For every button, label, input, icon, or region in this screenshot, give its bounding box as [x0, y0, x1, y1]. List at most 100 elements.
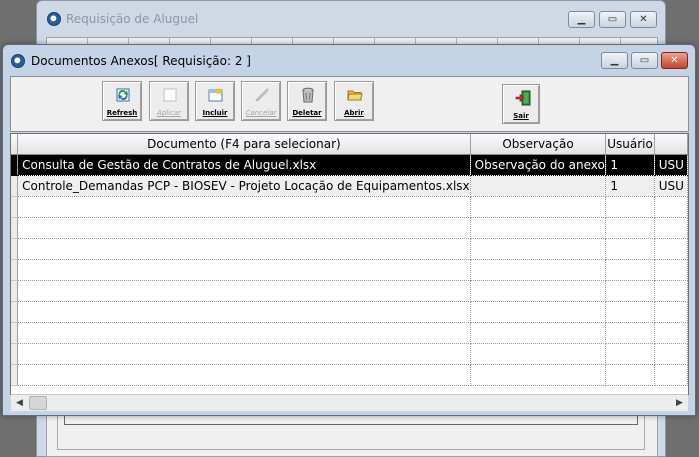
empty-cell [470, 238, 607, 260]
empty-cell [605, 259, 655, 281]
empty-cell [605, 280, 655, 302]
exit-label: Sair [513, 112, 529, 120]
toolbar: Refresh Aplicar Incluir Cancelar Deletar… [10, 76, 689, 132]
table-row[interactable]: Consulta de Gestão de Contratos de Alugu… [11, 154, 688, 176]
empty-cell [470, 364, 607, 386]
open-label: Abrir [344, 109, 364, 117]
delete-button[interactable]: Deletar [287, 81, 327, 121]
minimize-button[interactable]: ▁ [601, 52, 628, 69]
bg-close-button[interactable]: ✕ [630, 11, 657, 28]
row-indicator [11, 280, 19, 302]
scrollbar-thumb[interactable] [29, 396, 47, 410]
delete-label: Deletar [292, 109, 322, 117]
refresh-icon [116, 88, 130, 102]
horizontal-scrollbar[interactable]: ◀ ▶ [11, 394, 688, 411]
empty-cell [17, 322, 471, 344]
row-indicator [11, 364, 19, 386]
empty-cell [605, 322, 655, 344]
empty-cell [470, 343, 607, 365]
empty-cell [605, 301, 655, 323]
empty-cell [654, 217, 688, 239]
column-header-extra[interactable] [654, 134, 688, 155]
empty-cell [17, 217, 471, 239]
row-indicator[interactable] [11, 154, 19, 176]
cell-extra[interactable]: USU [654, 175, 688, 197]
row-indicator[interactable] [11, 175, 19, 197]
empty-cell [605, 364, 655, 386]
bg-minimize-button[interactable]: ▁ [568, 11, 595, 28]
empty-cell [17, 364, 471, 386]
dialog-title: Documentos Anexos[ Requisição: 2 ] [31, 54, 251, 68]
folder-icon [347, 90, 363, 101]
open-button[interactable]: Abrir [334, 81, 374, 121]
row-indicator [11, 301, 19, 323]
close-icon: ✕ [670, 55, 679, 66]
row-indicator [11, 259, 19, 281]
table-row[interactable]: Controle_Demandas PCP - BIOSEV - Projeto… [11, 175, 688, 197]
empty-cell [17, 238, 471, 260]
cell-observacao[interactable] [470, 175, 607, 197]
maximize-button[interactable]: ▭ [631, 52, 658, 69]
empty-cell [17, 343, 471, 365]
new-document-icon [208, 87, 223, 102]
empty-cell [654, 196, 688, 218]
column-header-documento[interactable]: Documento (F4 para selecionar) [17, 134, 471, 155]
empty-cell [605, 196, 655, 218]
trash-icon [302, 87, 314, 103]
apply-icon [163, 88, 177, 102]
exit-button[interactable]: Sair [502, 84, 540, 124]
empty-row [11, 364, 688, 386]
empty-cell [654, 301, 688, 323]
empty-cell [605, 217, 655, 239]
row-indicator [11, 217, 19, 239]
empty-cell [654, 364, 688, 386]
empty-row [11, 196, 688, 218]
close-icon: ✕ [639, 14, 648, 25]
empty-cell [470, 301, 607, 323]
row-indicator-header [11, 134, 19, 155]
empty-cell [605, 343, 655, 365]
close-button[interactable]: ✕ [661, 52, 688, 69]
empty-row [11, 343, 688, 365]
empty-row [11, 259, 688, 281]
grid-header: Documento (F4 para selecionar) Observaçã… [11, 134, 688, 155]
column-header-usuario[interactable]: Usuário [605, 134, 655, 155]
empty-row [11, 238, 688, 260]
refresh-button[interactable]: Refresh [102, 81, 142, 121]
cancel-button[interactable]: Cancelar [241, 81, 281, 121]
empty-cell [17, 259, 471, 281]
cancel-label: Cancelar [245, 109, 277, 117]
empty-cell [470, 322, 607, 344]
include-button[interactable]: Incluir [195, 81, 235, 121]
dialog-titlebar[interactable]: Documentos Anexos[ Requisição: 2 ] ▁ ▭ ✕ [3, 45, 695, 79]
scroll-right-icon[interactable]: ▶ [671, 395, 688, 411]
cell-observacao[interactable]: Observação do anexo [470, 154, 607, 176]
cell-documento[interactable]: Controle_Demandas PCP - BIOSEV - Projeto… [17, 175, 471, 197]
empty-cell [470, 259, 607, 281]
app-icon [11, 54, 25, 68]
bg-maximize-button[interactable]: ▭ [599, 11, 626, 28]
cell-extra[interactable]: USU [654, 154, 688, 176]
scroll-left-icon[interactable]: ◀ [11, 395, 28, 411]
empty-cell [470, 196, 607, 218]
app-icon [47, 12, 61, 26]
cell-documento[interactable]: Consulta de Gestão de Contratos de Alugu… [17, 154, 471, 176]
cancel-icon [255, 88, 269, 102]
attachments-dialog: Documentos Anexos[ Requisição: 2 ] ▁ ▭ ✕… [2, 44, 696, 416]
empty-cell [654, 259, 688, 281]
exit-door-icon [515, 90, 531, 106]
empty-cell [470, 280, 607, 302]
empty-cell [654, 343, 688, 365]
include-label: Incluir [202, 109, 228, 117]
column-header-observacao[interactable]: Observação [470, 134, 607, 155]
empty-row [11, 322, 688, 344]
apply-button[interactable]: Aplicar [149, 81, 189, 121]
row-indicator [11, 238, 19, 260]
empty-cell [17, 301, 471, 323]
row-indicator [11, 322, 19, 344]
cell-usuario[interactable]: 1 [605, 154, 655, 176]
cell-usuario[interactable]: 1 [605, 175, 655, 197]
empty-cell [654, 322, 688, 344]
background-window-title: Requisição de Aluguel [66, 12, 199, 26]
empty-row [11, 301, 688, 323]
